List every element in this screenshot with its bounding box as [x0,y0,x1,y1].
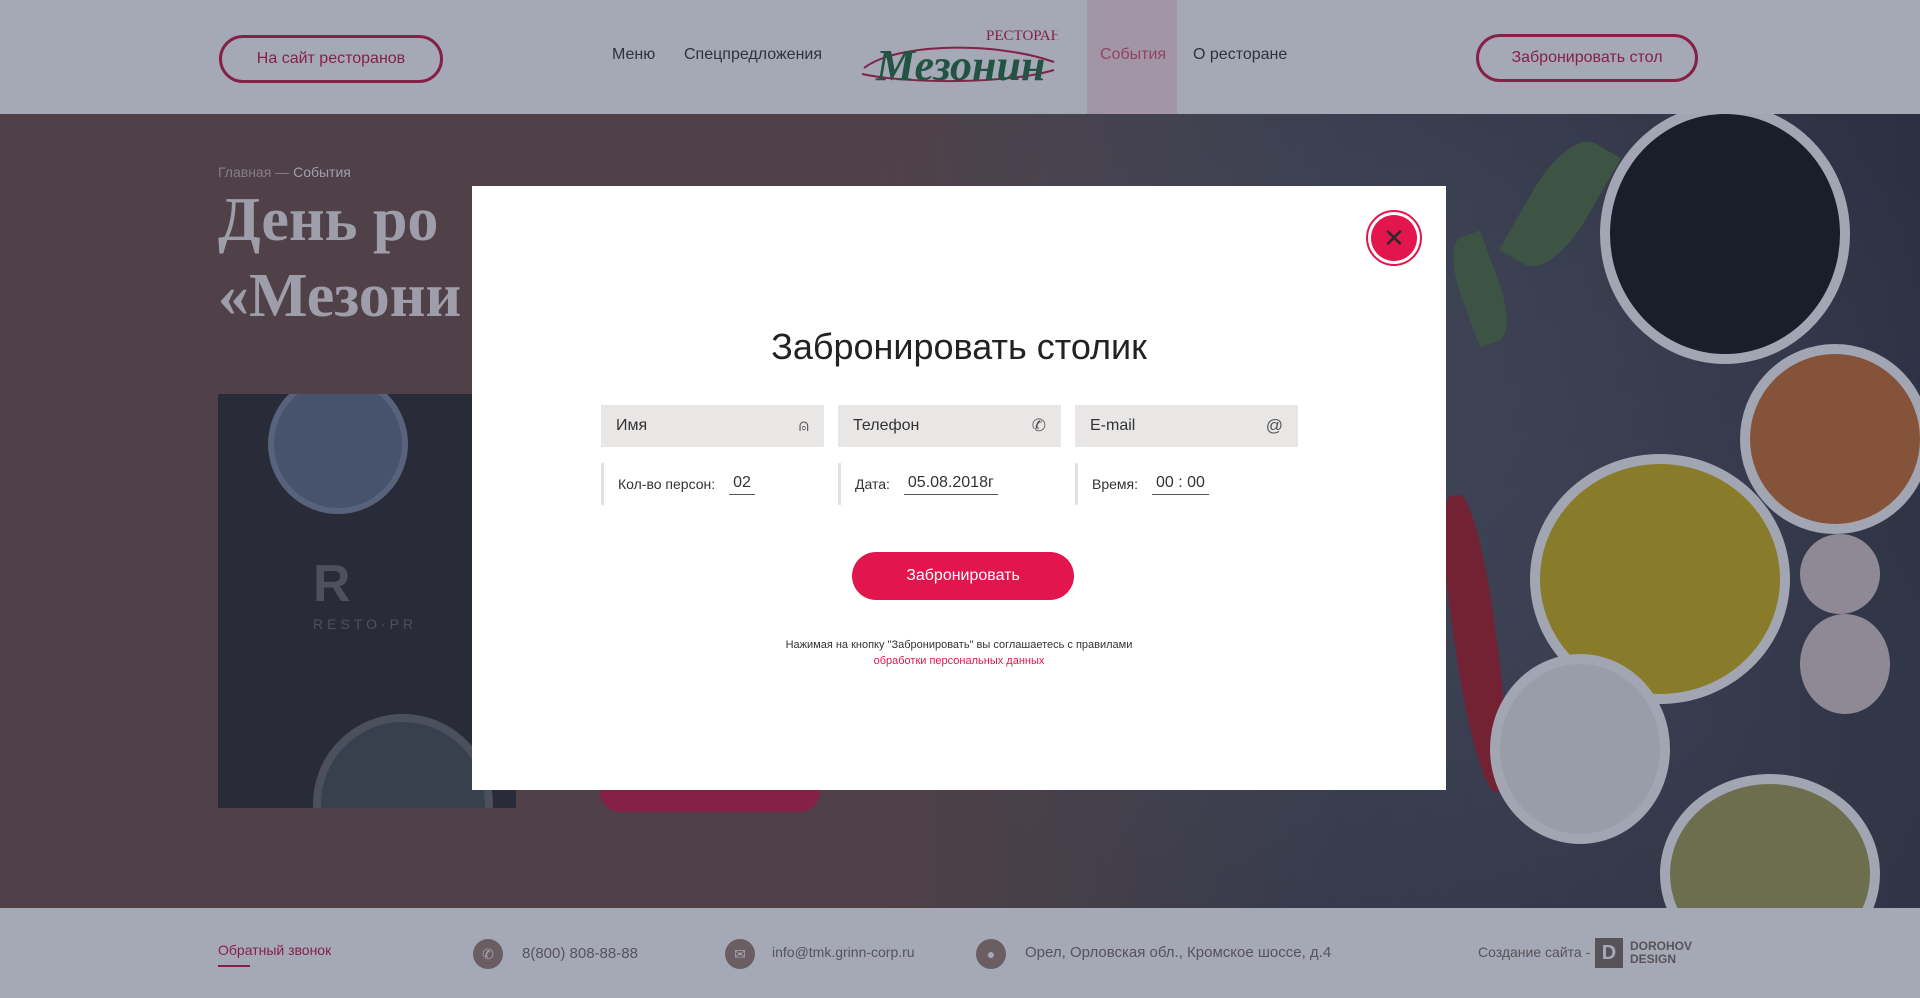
at-sign-icon: @ [1265,416,1283,435]
date-input[interactable]: 05.08.2018г [903,474,998,495]
name-field[interactable]: Имя ⍝ [601,405,824,447]
close-icon: ✕ [1371,215,1417,261]
phone-icon: ✆ [1031,416,1046,435]
persons-selector: Кол-во персон: 02 [601,463,755,505]
date-label: Дата: [855,476,890,492]
name-field-placeholder: Имя [616,417,648,434]
user-icon: ⍝ [798,416,809,435]
modal-title: Забронировать столик [771,326,1147,367]
email-field[interactable]: E-mail @ [1075,405,1298,447]
consent-note: Нажимая на кнопку "Забронировать" вы сог… [472,637,1446,669]
submit-booking-button[interactable]: Забронировать [852,552,1074,600]
time-label: Время: [1092,476,1139,492]
privacy-policy-link[interactable]: обработки персональных данных [472,653,1446,669]
time-selector: Время: 00 : 00 [1075,463,1209,505]
persons-input[interactable]: 02 [729,474,755,495]
phone-field-placeholder: Телефон [853,417,920,434]
persons-label: Кол-во персон: [618,476,716,492]
close-modal-button[interactable]: ✕ [1366,210,1422,266]
phone-field[interactable]: Телефон ✆ [838,405,1061,447]
consent-note-text: Нажимая на кнопку "Забронировать" вы сог… [785,639,1133,651]
email-field-placeholder: E-mail [1090,417,1136,434]
page: На сайт ресторанов Меню Спецпредложения … [0,0,1920,998]
date-selector: Дата: 05.08.2018г [838,463,998,505]
time-input[interactable]: 00 : 00 [1152,474,1209,495]
